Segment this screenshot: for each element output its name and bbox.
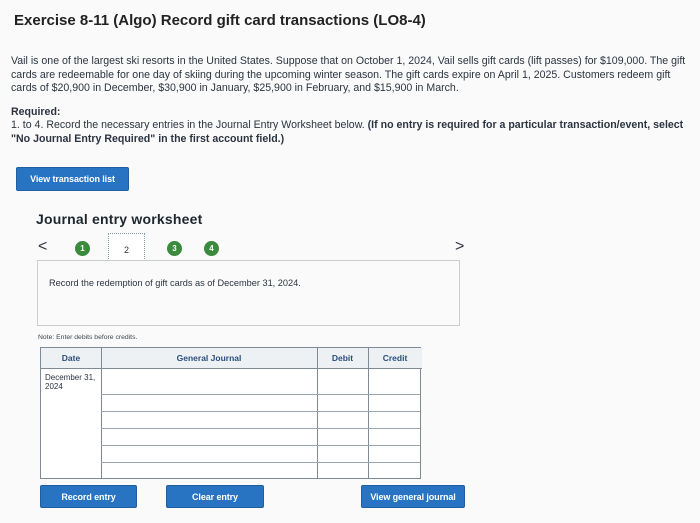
credit-header: Credit xyxy=(368,348,422,369)
account-cell-row-1[interactable] xyxy=(102,370,317,394)
step-1-button[interactable]: 1 xyxy=(75,241,90,256)
credit-cell-row-1[interactable] xyxy=(369,370,421,394)
account-cell-row-4[interactable] xyxy=(102,429,317,445)
account-cell-row-5[interactable] xyxy=(102,446,317,462)
record-entry-button[interactable]: Record entry xyxy=(40,485,137,508)
required-label: Required: xyxy=(11,106,61,118)
instruction-panel: Record the redemption of gift cards as o… xyxy=(37,260,460,326)
view-transaction-list-button[interactable]: View transaction list xyxy=(16,167,129,191)
problem-intro: Vail is one of the largest ski resorts i… xyxy=(11,55,686,94)
instruction-text: Record the redemption of gift cards as o… xyxy=(49,278,301,288)
debit-header: Debit xyxy=(317,348,368,369)
prev-arrow-icon[interactable]: < xyxy=(38,238,47,256)
page-title: Exercise 8-11 (Algo) Record gift card tr… xyxy=(14,12,426,29)
credit-cell-row-5[interactable] xyxy=(369,446,421,462)
account-cell-row-2[interactable] xyxy=(102,395,317,411)
account-cell-row-6[interactable] xyxy=(102,463,317,479)
account-cell-row-3[interactable] xyxy=(102,412,317,428)
debit-cell-row-5[interactable] xyxy=(318,446,368,462)
entry-note: Note: Enter debits before credits. xyxy=(38,334,138,341)
journal-table: Date General Journal Debit Credit Decemb… xyxy=(40,347,422,479)
view-general-journal-button[interactable]: View general journal xyxy=(361,485,465,508)
debit-cell-row-2[interactable] xyxy=(318,395,368,411)
general-journal-header: General Journal xyxy=(101,348,317,369)
debit-cell-row-6[interactable] xyxy=(318,463,368,479)
credit-cell-row-4[interactable] xyxy=(369,429,421,445)
step-3-button[interactable]: 3 xyxy=(167,241,182,256)
date-cell: December 31, 2024 xyxy=(45,373,96,391)
credit-cell-row-6[interactable] xyxy=(369,463,421,479)
worksheet-title: Journal entry worksheet xyxy=(36,211,203,227)
required-instructions: 1. to 4. Record the necessary entries in… xyxy=(11,119,691,146)
step-2-label: 2 xyxy=(123,245,129,255)
debit-cell-row-4[interactable] xyxy=(318,429,368,445)
credit-cell-row-2[interactable] xyxy=(369,395,421,411)
debit-cell-row-1[interactable] xyxy=(318,370,368,394)
required-text: 1. to 4. Record the necessary entries in… xyxy=(11,119,365,131)
clear-entry-button[interactable]: Clear entry xyxy=(166,485,264,508)
date-header: Date xyxy=(41,348,101,369)
credit-cell-row-3[interactable] xyxy=(369,412,421,428)
debit-cell-row-3[interactable] xyxy=(318,412,368,428)
next-arrow-icon[interactable]: > xyxy=(455,238,464,256)
step-4-button[interactable]: 4 xyxy=(204,241,219,256)
